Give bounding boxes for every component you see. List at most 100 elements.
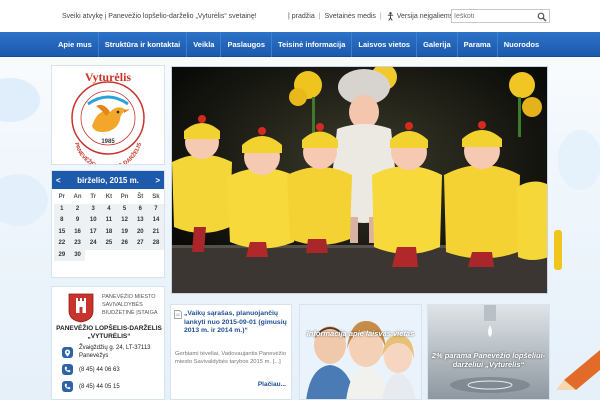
vacancies-promo-card[interactable]: Informacija apie laisvas vietas <box>299 304 422 400</box>
news-excerpt: Gerbiami tėveliai, Vadovaujantis Panevėž… <box>175 351 287 365</box>
calendar-day[interactable]: 22 <box>54 238 70 250</box>
phone-icon <box>62 364 73 375</box>
promo-caption: 2% parama Panevėžio lopšeliui-darželiui … <box>431 351 546 369</box>
nav-item-services[interactable]: Paslaugos <box>221 32 272 57</box>
home-link[interactable]: | pradžia <box>288 13 315 20</box>
search-input[interactable] <box>454 11 534 22</box>
weekday-label: Pn <box>120 194 129 200</box>
calendar-grid: Pr An Tr Kt Pn Št Sk 1 2 3 4 5 6 7 8 9 10 11 12 13 14… <box>52 189 164 261</box>
address-row: Žvaigždžių g. 24, LT-37113 Panevėžys <box>62 345 151 360</box>
address-line: Žvaigždžių g. 24, LT-37113 <box>79 345 151 351</box>
calendar-day[interactable]: 19 <box>116 226 133 238</box>
calendar-empty-cell <box>117 250 133 262</box>
calendar-day[interactable]: 24 <box>85 238 102 250</box>
calendar-day[interactable]: 5 <box>116 203 133 215</box>
accessible-version-link[interactable]: Versija neįgaliems <box>397 13 453 20</box>
calendar-day[interactable]: 28 <box>148 238 164 250</box>
weekday-label: Sk <box>152 194 160 200</box>
nav-item-legal[interactable]: Teisinė informacija <box>272 32 353 57</box>
calendar-day[interactable]: 7 <box>148 203 164 215</box>
coat-of-arms-icon <box>68 293 94 323</box>
institution-name-line: „VYTURĖLIS“ <box>87 333 131 340</box>
phone-number[interactable]: (8 45) 44 05 15 <box>79 384 120 390</box>
separator: | <box>379 13 382 20</box>
calendar-day[interactable]: 27 <box>132 238 149 250</box>
calendar-day[interactable]: 15 <box>54 226 70 238</box>
read-more-link[interactable]: Plačiau... <box>258 381 286 388</box>
calendar-day[interactable]: 8 <box>54 215 70 227</box>
calendar-day[interactable]: 16 <box>69 226 86 238</box>
top-bar: Sveiki atvykę į Panevėžio lopšelio-darže… <box>0 0 600 32</box>
calendar-day[interactable]: 10 <box>85 215 102 227</box>
calendar-empty-cell <box>85 250 101 262</box>
fax-row: (8 45) 44 05 15 <box>62 381 120 392</box>
calendar-month: birželio, 2015 m. <box>77 175 139 185</box>
nav-item-support[interactable]: Parama <box>458 32 498 57</box>
calendar-day[interactable]: 13 <box>132 215 149 227</box>
nav-item-vacancies[interactable]: Laisvos vietos <box>352 32 418 57</box>
institution-panel: PANEVĖŽIO MIESTO SAVIVALDYBĖS BIUDŽETINĖ… <box>51 286 165 400</box>
calendar-next-button[interactable]: > <box>155 176 160 185</box>
logo-year: 1985 <box>101 139 115 145</box>
welcome-text: Sveiki atvykę į Panevėžio lopšelio-darže… <box>62 13 257 20</box>
institution-name-line: PANEVĖŽIO LOPŠELIS-DARŽELIS <box>56 325 162 332</box>
calendar-empty-cell <box>101 250 117 262</box>
calendar-day[interactable]: 21 <box>148 226 164 238</box>
calendar-day[interactable]: 12 <box>116 215 133 227</box>
calendar-day[interactable]: 9 <box>69 215 86 227</box>
calendar-day[interactable]: 18 <box>101 226 117 238</box>
location-icon <box>62 347 73 358</box>
institution-subtitle: PANEVĖŽIO MIESTO SAVIVALDYBĖS BIUDŽETINĖ… <box>102 293 158 317</box>
phone-number[interactable]: (8 45) 44 06 63 <box>79 367 120 373</box>
weekday-label: Pr <box>58 194 66 200</box>
calendar-day[interactable]: 3 <box>85 203 102 215</box>
weekday-label: An <box>73 194 82 200</box>
calendar-day[interactable]: 23 <box>69 238 86 250</box>
calendar-widget: < birželio, 2015 m. > Pr An Tr Kt Pn Št … <box>51 170 165 278</box>
calendar-day[interactable]: 11 <box>101 215 117 227</box>
subtitle-line: BIUDŽETINĖ ĮSTAIGA <box>102 310 158 316</box>
address-line: Panevėžys <box>79 352 109 359</box>
calendar-day[interactable]: 30 <box>69 249 86 261</box>
nav-item-about[interactable]: Apie mus <box>52 32 99 57</box>
nav-item-structure[interactable]: Struktūra ir kontaktai <box>99 32 188 57</box>
children-performance-photo <box>172 67 547 293</box>
site-logo[interactable]: Vyturėlis PANEVĖŽIO LOPŠELIS-DARŽELIS 19… <box>52 66 164 172</box>
phone-row: (8 45) 44 06 63 <box>62 364 120 375</box>
main-navigation: Apie mus Struktūra ir kontaktai Veikla P… <box>0 32 600 57</box>
calendar-empty-cell <box>148 250 164 262</box>
hero-slideshow[interactable] <box>171 66 548 294</box>
separator: | <box>318 13 321 20</box>
calendar-day[interactable]: 14 <box>148 215 164 227</box>
calendar-day[interactable]: 17 <box>85 226 102 238</box>
nav-item-links[interactable]: Nuorodos <box>498 32 545 57</box>
family-photo <box>300 305 421 399</box>
sitemap-link[interactable]: Svetainės medis <box>325 13 376 20</box>
calendar-day[interactable]: 25 <box>101 238 117 250</box>
document-icon <box>174 310 182 319</box>
calendar-day[interactable]: 20 <box>132 226 149 238</box>
calendar-day[interactable]: 26 <box>116 238 133 250</box>
calendar-day[interactable]: 29 <box>54 249 70 261</box>
cloud-decoration <box>0 78 48 226</box>
news-item: „Vaikų sąrašas, planuojančių lankyti nuo… <box>170 304 292 400</box>
calendar-day[interactable]: 6 <box>132 203 149 215</box>
nav-item-activity[interactable]: Veikla <box>187 32 222 57</box>
calendar-day[interactable]: 4 <box>101 203 117 215</box>
support-promo-card[interactable]: 2% parama Panevėžio lopšeliui-darželiui … <box>427 304 550 400</box>
logo-name: Vyturėlis <box>85 70 132 84</box>
weekday-label: Tr <box>90 194 97 200</box>
top-links: | pradžia | Svetainės medis | Versija ne… <box>288 12 453 21</box>
subtitle-line: SAVIVALDYBĖS <box>102 302 143 308</box>
weekday-label: Št <box>137 194 144 200</box>
calendar-day[interactable]: 2 <box>69 203 86 215</box>
search-icon[interactable] <box>537 12 547 22</box>
promo-caption: Informacija apie laisvas vietas <box>306 329 415 338</box>
news-title[interactable]: „Vaikų sąrašas, planuojančių lankyti nuo… <box>184 310 290 336</box>
calendar-prev-button[interactable]: < <box>56 176 61 185</box>
search-box <box>451 9 550 23</box>
subtitle-line: PANEVĖŽIO MIESTO <box>102 294 156 300</box>
calendar-day[interactable]: 1 <box>54 203 70 215</box>
nav-item-gallery[interactable]: Galerija <box>417 32 458 57</box>
accessibility-icon <box>387 12 393 21</box>
